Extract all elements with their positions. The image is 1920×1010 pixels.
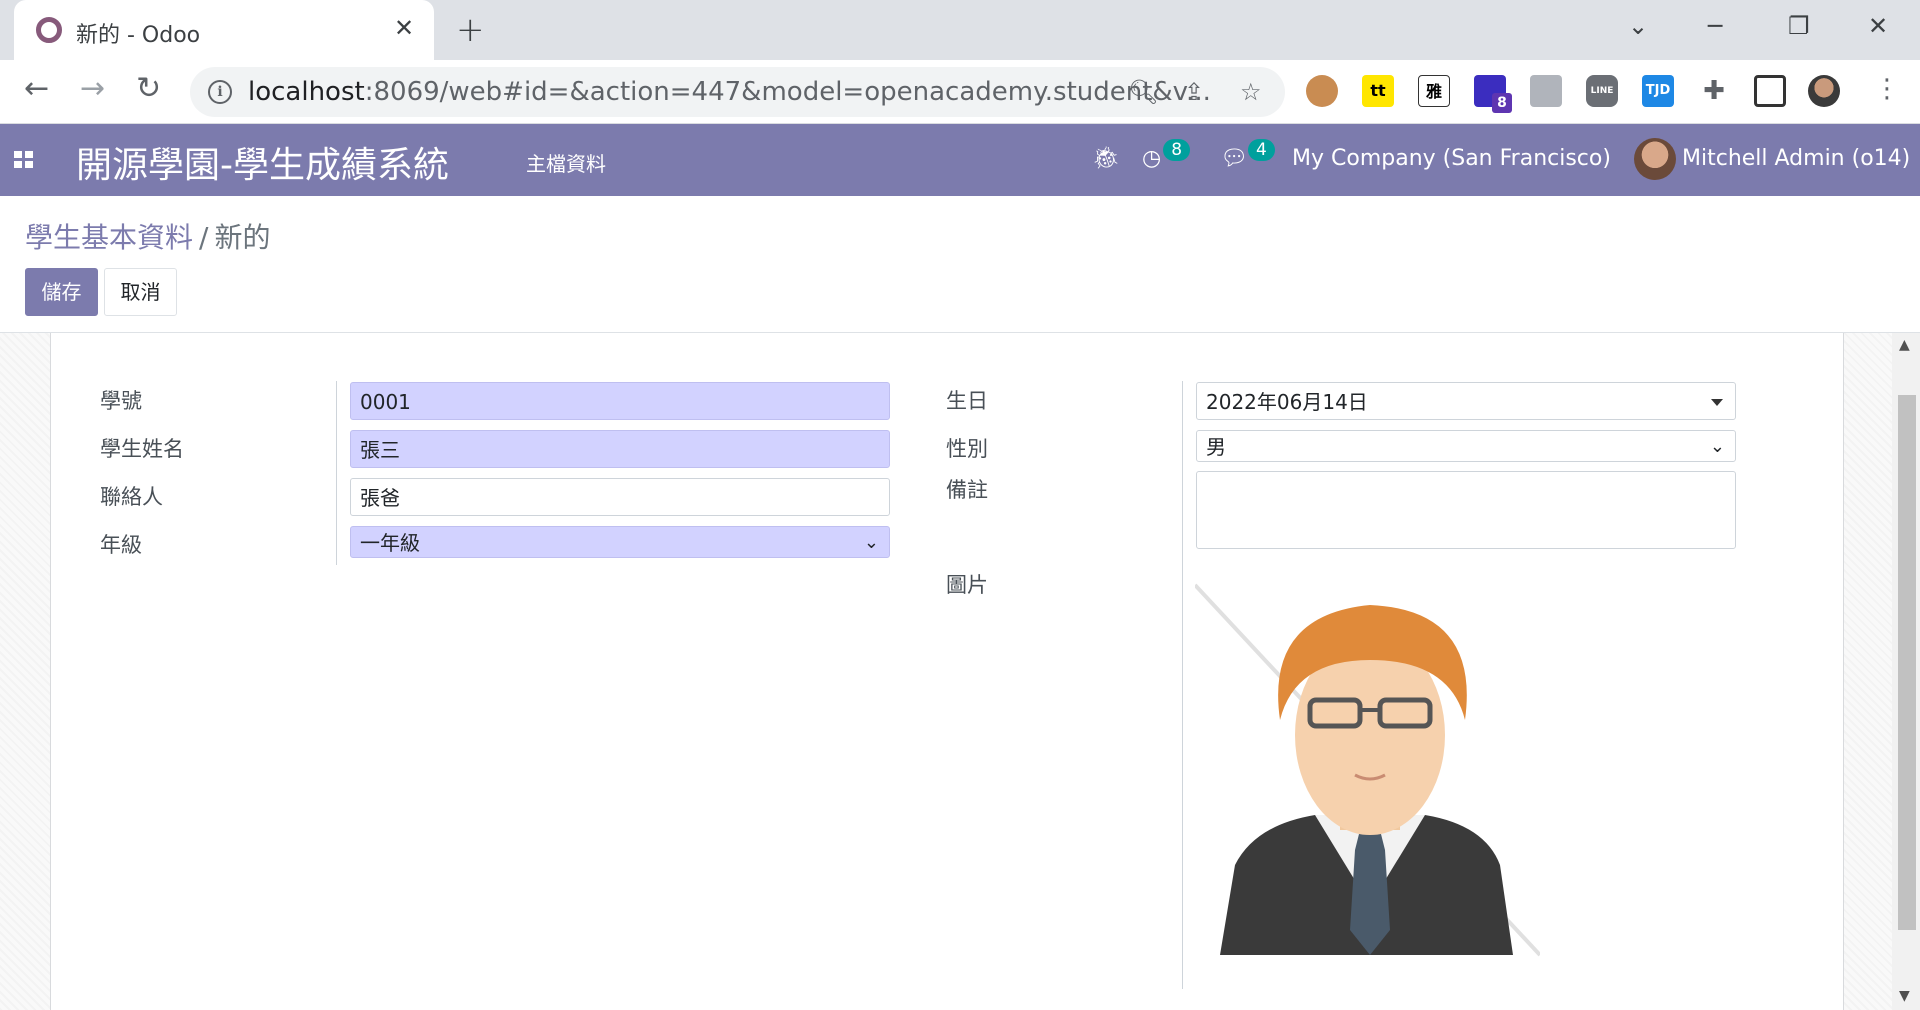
birthday-label: 生日 [946,389,988,413]
tjd-extension-icon[interactable]: TJD [1642,75,1674,107]
scroll-down-icon[interactable]: ▼ [1899,988,1910,1004]
browser-menu-icon[interactable]: ⋮ [1874,74,1900,104]
yah-dictionary-extension-icon[interactable]: 雅 [1418,75,1450,107]
odoo-favicon-icon [36,17,62,43]
share-icon[interactable]: ⇪ [1184,78,1204,106]
company-switcher[interactable]: My Company (San Francisco) [1292,146,1611,171]
breadcrumb: 學生基本資料 / 新的 [25,216,270,256]
page-scrollbar[interactable]: ▲ ▼ [1892,333,1920,1010]
tt-extension-icon[interactable]: tt [1362,75,1394,107]
left-group-divider [336,381,337,565]
layers-extension-icon[interactable]: 8 [1474,75,1512,113]
app-brand[interactable]: 開源學園-學生成績系統 [76,136,449,188]
restore-icon[interactable]: ❐ [1788,12,1810,40]
breadcrumb-current: 新的 [214,221,271,254]
close-window-icon[interactable]: ✕ [1868,12,1888,40]
tab-search-chevron-icon[interactable]: ⌄ [1628,12,1648,40]
forward-icon[interactable]: → [80,74,105,104]
gender-label: 性別 [946,437,988,461]
cancel-button[interactable]: 取消 [104,268,177,316]
tie-shape [1350,830,1390,955]
gender-select[interactable]: 男 ⌄ [1196,430,1736,462]
scroll-up-icon[interactable]: ▲ [1899,337,1910,353]
user-menu[interactable]: Mitchell Admin (o14) [1682,146,1910,171]
birthday-value: 2022年06月14日 [1206,390,1368,414]
monkey-extension-icon[interactable] [1306,75,1338,107]
student-no-field[interactable]: 0001 [350,382,890,420]
notes-textarea[interactable] [1196,471,1736,549]
site-info-icon[interactable]: i [208,80,232,104]
contact-field[interactable]: 張爸 [350,478,890,516]
close-tab-icon[interactable]: ✕ [394,14,414,42]
chevron-down-icon: ⌄ [863,532,879,553]
caret-down-icon [1711,399,1723,406]
line-extension-icon[interactable]: LINE [1586,75,1618,107]
notes-label: 備註 [946,478,988,502]
chevron-down-icon: ⌄ [1709,436,1725,457]
back-icon[interactable]: ← [24,74,49,104]
browser-tab[interactable]: 新的 - Odoo ✕ [14,0,434,60]
apps-menu-icon[interactable] [14,151,34,169]
student-no-label: 學號 [100,389,142,413]
right-group-divider [1182,381,1183,989]
grade-select[interactable]: 一年級 ⌄ [350,526,890,558]
new-tab-icon[interactable]: + [456,10,485,50]
tab-title: 新的 - Odoo [76,23,201,48]
bookmark-star-icon[interactable]: ☆ [1240,78,1262,106]
breadcrumb-separator: / [199,221,209,254]
screenshot-extension-icon[interactable] [1754,75,1786,107]
profile-avatar[interactable] [1808,75,1840,107]
save-button[interactable]: 儲存 [25,268,98,316]
browser-tabstrip: 新的 - Odoo ✕ + ⌄ ─ ❐ ✕ [0,0,1920,60]
breadcrumb-parent[interactable]: 學生基本資料 [25,221,193,254]
browser-toolbar: ← → ↻ i localhost:8069/web#id=&action=44… [0,60,1920,124]
image-label: 圖片 [946,573,988,597]
gender-select-value: 男 [1206,435,1226,459]
contact-label: 聯絡人 [100,485,163,509]
zoom-icon[interactable]: 🔍︎ [1128,78,1158,106]
user-avatar[interactable] [1634,138,1676,180]
odoo-navbar: 開源學園-學生成績系統 主檔資料 🐞︎ ◷ 8 💬︎ 4 My Company (S… [0,124,1920,196]
activity-clock-icon[interactable]: ◷ 8 [1142,139,1191,171]
url-text[interactable]: localhost:8069/web#id=&action=447&model=… [248,77,1211,107]
scroll-thumb[interactable] [1898,395,1916,930]
student-name-field[interactable]: 張三 [350,430,890,468]
person-extension-icon[interactable] [1530,75,1562,107]
activity-badge: 8 [1163,139,1191,161]
control-panel: 學生基本資料 / 新的 儲存 取消 [0,196,1920,333]
extensions-puzzle-icon[interactable]: ✚ [1698,75,1730,107]
reload-icon[interactable]: ↻ [136,74,161,104]
debug-bug-icon[interactable]: 🐞︎ [1092,146,1120,171]
student-photo[interactable] [1195,575,1540,965]
grade-select-value: 一年級 [360,531,420,555]
birthday-date-field[interactable]: 2022年06月14日 [1196,382,1736,420]
address-bar[interactable]: i localhost:8069/web#id=&action=447&mode… [190,67,1285,117]
menu-master-data[interactable]: 主檔資料 [526,148,606,177]
student-name-label: 學生姓名 [100,437,184,461]
messages-badge: 4 [1247,139,1275,161]
minimize-icon[interactable]: ─ [1708,12,1722,40]
grade-label: 年級 [100,533,142,557]
messages-chat-icon[interactable]: 💬︎ 4 [1220,139,1275,171]
